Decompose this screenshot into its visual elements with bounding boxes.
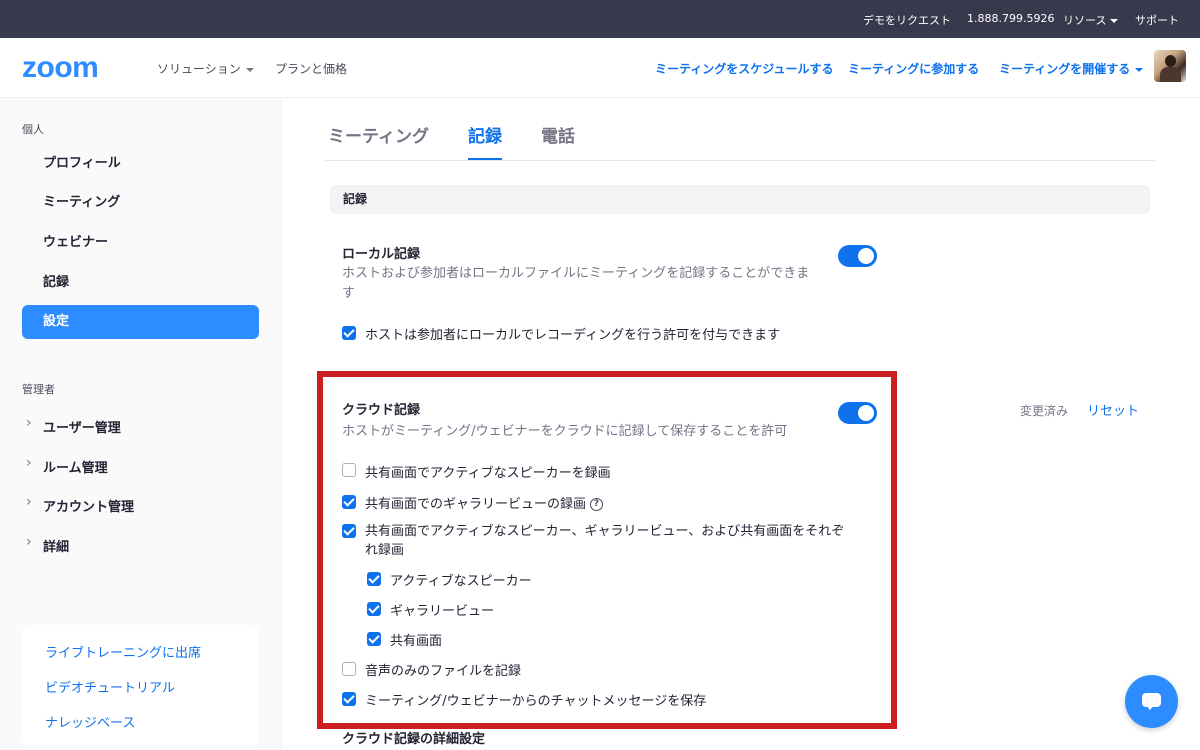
sidebar-item-webinars[interactable]: ウェビナー <box>22 226 259 260</box>
cloud-recording-advanced-title: クラウド記録の詳細設定 <box>342 732 486 747</box>
audio-only-label: 音声のみのファイルを記録 <box>365 664 522 679</box>
gallery-view-label: ギャラリービュー <box>390 604 495 619</box>
local-recording-permission-checkbox[interactable] <box>342 326 356 340</box>
chevron-down-icon <box>245 67 254 72</box>
cloud-recording-toggle[interactable] <box>838 402 877 424</box>
chevron-right-icon[interactable]: › <box>26 494 32 510</box>
cloud-recording-title: クラウド記録 <box>342 403 421 418</box>
save-chat-messages-label: ミーティング/ウェビナーからのチャットメッセージを保存 <box>365 694 707 709</box>
join-meeting-link[interactable]: ミーティングに参加する <box>848 60 979 77</box>
local-recording-permission-label: ホストは参加者にローカルでレコーディングを行う許可を付与できます <box>365 328 781 343</box>
request-demo-link[interactable]: デモをリクエスト <box>863 12 951 28</box>
modified-status: 変更済み <box>1020 404 1069 418</box>
section-header: 記録 <box>330 185 1150 214</box>
support-link[interactable]: サポート <box>1135 12 1179 28</box>
solutions-menu-label: ソリューション <box>157 62 241 76</box>
sidebar: 個人 プロフィール ミーティング ウェビナー 記録 設定 管理者 › ユーザー管… <box>0 99 282 750</box>
help-icon[interactable]: ? <box>590 498 604 511</box>
host-meeting-label: ミーティングを開催する <box>999 62 1131 76</box>
record-separately-label: 共有画面でアクティブなスピーカー、ギャラリービュー、および共有画面をそれぞれ録画 <box>365 524 845 558</box>
save-chat-messages-checkbox[interactable] <box>342 692 356 706</box>
main-header: zoom ソリューション プランと価格 ミーティングをスケジュールする ミーティ… <box>0 38 1200 98</box>
cloud-recording-description: ホストがミーティング/ウェビナーをクラウドに記録して保存することを許可 <box>342 424 788 439</box>
record-gallery-view-shared-screen-option: 共有画面でのギャラリービューの録画? <box>365 493 604 512</box>
phone-number: 1.888.799.5926 <box>967 12 1055 25</box>
chat-support-button[interactable] <box>1125 675 1178 728</box>
chevron-right-icon[interactable]: › <box>26 415 32 431</box>
reset-link[interactable]: リセット <box>1087 400 1139 419</box>
chevron-right-icon[interactable]: › <box>26 534 32 550</box>
sidebar-item-profile[interactable]: プロフィール <box>22 147 259 181</box>
live-training-link[interactable]: ライブトレーニングに出席 <box>45 642 201 661</box>
tab-phone[interactable]: 電話 <box>541 122 575 147</box>
record-active-speaker-shared-screen-label: 共有画面でアクティブなスピーカーを録画 <box>365 466 611 481</box>
chevron-down-icon <box>1135 67 1144 72</box>
knowledge-base-link[interactable]: ナレッジベース <box>45 712 135 731</box>
local-recording-toggle[interactable] <box>838 245 877 267</box>
video-tutorials-link[interactable]: ビデオチュートリアル <box>45 677 175 696</box>
host-meeting-menu[interactable]: ミーティングを開催する <box>999 60 1144 77</box>
chevron-down-icon <box>1110 19 1119 23</box>
avatar[interactable] <box>1154 50 1186 82</box>
chat-bubble-icon <box>1142 693 1161 710</box>
sidebar-item-meetings[interactable]: ミーティング <box>22 186 259 220</box>
zoom-logo[interactable]: zoom <box>22 51 99 85</box>
sidebar-item-user-management[interactable]: ユーザー管理 <box>43 417 121 436</box>
tab-recording[interactable]: 記録 <box>468 122 502 147</box>
sidebar-item-recordings[interactable]: 記録 <box>22 266 259 300</box>
shared-screen-checkbox[interactable] <box>367 632 381 646</box>
record-gallery-view-shared-screen-checkbox[interactable] <box>342 495 356 509</box>
sidebar-item-account-management[interactable]: アカウント管理 <box>43 496 134 515</box>
record-gallery-view-shared-screen-label: 共有画面でのギャラリービューの録画 <box>365 497 587 512</box>
chevron-right-icon[interactable]: › <box>26 455 32 471</box>
active-speaker-label: アクティブなスピーカー <box>390 574 532 589</box>
audio-only-checkbox[interactable] <box>342 662 356 676</box>
resources-menu-label: リソース <box>1063 14 1107 27</box>
active-speaker-checkbox[interactable] <box>367 572 381 586</box>
help-links-panel: ライブトレーニングに出席 ビデオチュートリアル ナレッジベース <box>22 625 259 745</box>
top-utility-bar: デモをリクエスト 1.888.799.5926 リソース サポート <box>0 0 1200 38</box>
local-recording-title: ローカル記録 <box>342 247 421 262</box>
record-separately-checkbox[interactable] <box>342 524 356 538</box>
sidebar-item-advanced[interactable]: 詳細 <box>43 536 69 555</box>
shared-screen-label: 共有画面 <box>390 634 443 649</box>
plans-pricing-link[interactable]: プランと価格 <box>275 60 347 77</box>
personal-section-label: 個人 <box>22 123 44 136</box>
schedule-meeting-link[interactable]: ミーティングをスケジュールする <box>655 60 833 77</box>
record-active-speaker-shared-screen-checkbox[interactable] <box>342 463 356 477</box>
resources-menu[interactable]: リソース <box>1063 12 1119 28</box>
admin-section-label: 管理者 <box>22 383 55 396</box>
local-recording-description: ホストおよび参加者はローカルファイルにミーティングを記録することができます <box>342 266 810 301</box>
sidebar-item-room-management[interactable]: ルーム管理 <box>43 457 108 476</box>
tabs-divider <box>325 160 1155 161</box>
solutions-menu[interactable]: ソリューション <box>157 60 254 77</box>
gallery-view-checkbox[interactable] <box>367 602 381 616</box>
tab-meeting[interactable]: ミーティング <box>328 122 429 147</box>
sidebar-item-settings[interactable]: 設定 <box>22 305 259 339</box>
